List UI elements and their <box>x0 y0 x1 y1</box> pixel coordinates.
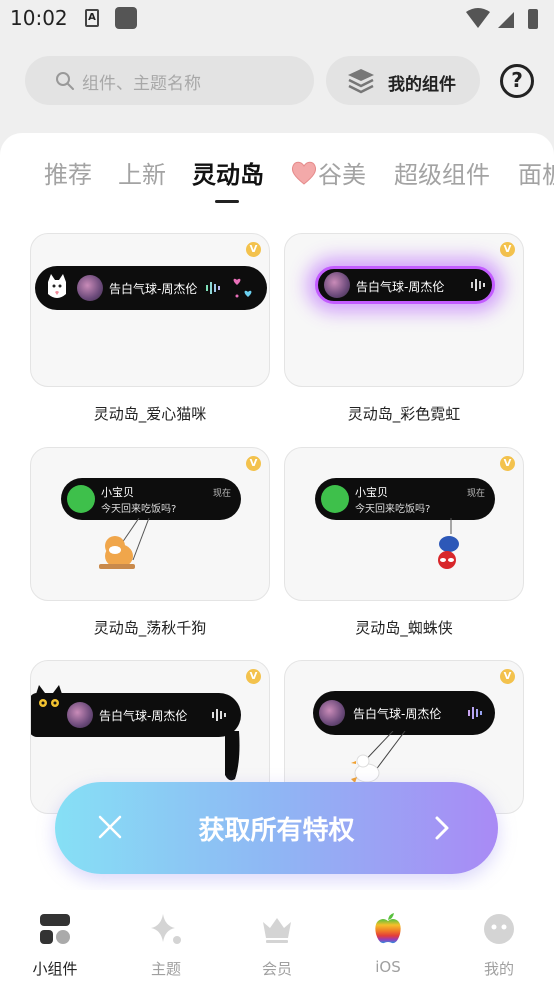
message-body: 今天回来吃饭吗? <box>101 504 177 515</box>
vip-badge: V <box>500 669 515 684</box>
my-widgets-button[interactable]: 我的组件 <box>326 56 480 105</box>
help-icon[interactable]: ? <box>500 64 534 98</box>
island-pill-message: 小宝贝 今天回来吃饭吗? 现在 <box>315 478 495 520</box>
widget-card-neon[interactable]: V 告白气球-周杰伦 <box>284 233 524 387</box>
island-pill: 告白气球-周杰伦 <box>31 685 241 737</box>
tab-gumei[interactable]: 谷美 <box>290 155 366 190</box>
crown-icon <box>263 918 291 943</box>
nav-item-widgets[interactable]: 小组件 <box>0 890 110 985</box>
nav-label: 小组件 <box>32 960 78 978</box>
nav-label: 会员 <box>261 960 292 978</box>
tab-dynamic-island[interactable]: 灵动岛 <box>192 155 264 190</box>
message-sender: 小宝贝 <box>101 486 134 499</box>
wifi-icon <box>466 8 490 28</box>
signal-icon <box>498 12 514 28</box>
widget-card-spiderman[interactable]: V 小宝贝 今天回来吃饭吗? 现在 <box>284 447 524 601</box>
nav-label: 我的 <box>483 960 514 978</box>
nav-item-ios[interactable]: iOS <box>333 890 443 985</box>
cat-tail-icon <box>225 731 240 781</box>
message-sender: 小宝贝 <box>355 486 388 499</box>
profile-face-icon <box>484 914 514 944</box>
vip-badge: V <box>500 456 515 471</box>
message-time: 现在 <box>213 489 232 499</box>
album-avatar <box>324 272 350 298</box>
tab-panel[interactable]: 面板 <box>518 155 554 190</box>
notification-app-icon <box>115 7 137 29</box>
tab-gumei-label: 谷美 <box>318 161 366 189</box>
card-label: 灵动岛_爱心猫咪 <box>93 405 207 423</box>
sparkle-icon <box>151 914 181 944</box>
black-cat-icon <box>35 685 63 721</box>
nav-item-profile[interactable]: 我的 <box>444 890 554 985</box>
status-time: 10:02 <box>10 6 68 30</box>
sound-wave-icon <box>206 282 220 294</box>
nav-label: 主题 <box>150 960 181 978</box>
island-pill: 告白气球-周杰伦 <box>313 691 495 735</box>
hearts-icon <box>233 278 252 298</box>
top-bar: 组件、主题名称 我的组件 ? <box>0 52 554 110</box>
swinging-dog-icon <box>99 518 150 569</box>
album-avatar <box>77 275 103 301</box>
song-title: 告白气球-周杰伦 <box>356 280 445 294</box>
tab-indicator <box>215 200 239 203</box>
vip-badge: V <box>246 242 261 257</box>
tab-new[interactable]: 上新 <box>118 155 166 190</box>
search-icon <box>56 72 74 90</box>
chevron-right-icon[interactable] <box>432 815 452 841</box>
battery-icon <box>528 9 538 29</box>
song-title: 告白气球-周杰伦 <box>109 282 198 296</box>
notification-a-icon: A <box>85 9 99 27</box>
widget-card-swing-dog[interactable]: V 小宝贝 今天回来吃饭吗? 现在 <box>30 447 270 601</box>
message-body: 今天回来吃饭吗? <box>355 504 431 515</box>
sound-wave-icon <box>471 279 485 291</box>
vip-badge: V <box>500 242 515 257</box>
card-label: 灵动岛_彩色霓虹 <box>347 405 461 423</box>
layers-icon <box>348 69 374 94</box>
card-label: 灵动岛_蜘蛛侠 <box>355 619 453 637</box>
sound-wave-icon <box>212 709 226 721</box>
island-pill: 告白气球-周杰伦 <box>35 266 267 310</box>
album-avatar <box>319 700 345 726</box>
tab-recommend[interactable]: 推荐 <box>44 155 92 190</box>
widgets-icon <box>40 914 70 944</box>
message-time: 现在 <box>467 489 486 499</box>
bottom-nav: 小组件 主题 会员 iOS 我的 <box>0 890 554 985</box>
card-label: 灵动岛_荡秋千狗 <box>93 619 207 637</box>
sound-wave-icon <box>468 707 482 719</box>
spiderman-icon <box>438 518 459 569</box>
vip-badge: V <box>246 456 261 471</box>
status-bar: 10:02 A <box>0 0 554 40</box>
apple-icon <box>375 913 401 944</box>
search-bar[interactable]: 组件、主题名称 <box>25 56 314 105</box>
widget-card-heart-cat[interactable]: V 告白气球-周杰伦 <box>30 233 270 387</box>
island-pill-message: 小宝贝 今天回来吃饭吗? 现在 <box>61 478 241 520</box>
my-widgets-label: 我的组件 <box>388 75 456 95</box>
island-pill-neon: 告白气球-周杰伦 <box>315 266 495 304</box>
album-avatar <box>67 702 93 728</box>
heart-icon <box>291 161 317 185</box>
wechat-icon <box>321 485 349 513</box>
cat-icon <box>48 274 66 298</box>
get-all-privileges-banner[interactable]: 获取所有特权 <box>55 782 498 874</box>
song-title: 告白气球-周杰伦 <box>99 709 188 723</box>
nav-item-themes[interactable]: 主题 <box>111 890 221 985</box>
wechat-icon <box>67 485 95 513</box>
search-placeholder: 组件、主题名称 <box>82 74 201 94</box>
category-tabs: 推荐 上新 灵动岛 谷美 超级组件 面板 <box>0 155 554 205</box>
vip-badge: V <box>246 669 261 684</box>
nav-label: iOS <box>375 958 401 976</box>
tab-super-widget[interactable]: 超级组件 <box>394 155 490 190</box>
status-icons <box>466 8 538 29</box>
nav-item-membership[interactable]: 会员 <box>222 890 332 985</box>
song-title: 告白气球-周杰伦 <box>353 707 442 721</box>
